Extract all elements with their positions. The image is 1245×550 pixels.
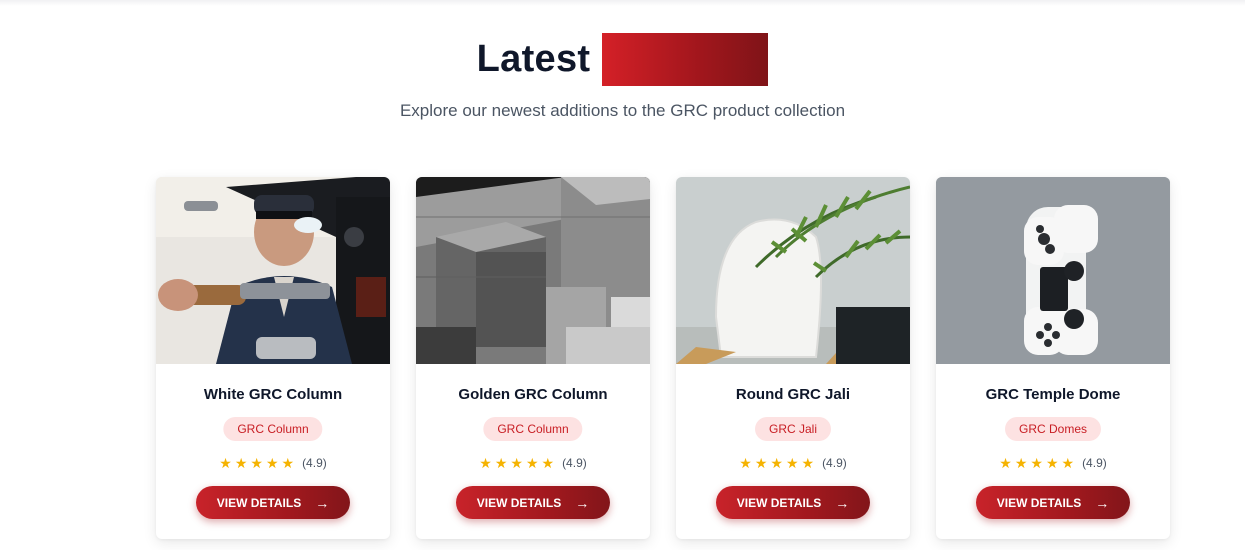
product-image[interactable]	[156, 177, 390, 364]
product-card[interactable]: Golden GRC Column GRC Column ★ ★ ★ ★ ★ (…	[416, 177, 650, 539]
star-icon: ★	[999, 455, 1012, 471]
button-label: VIEW DETAILS	[216, 495, 302, 510]
section-subtitle: Explore our newest additions to the GRC …	[399, 101, 846, 120]
star-icon: ★	[1061, 455, 1075, 471]
star-icon: ★	[479, 455, 492, 471]
category-tag[interactable]: GRC Domes	[1004, 417, 1102, 441]
title-highlight-block	[602, 33, 769, 86]
arrow-right-icon: →	[1095, 494, 1110, 511]
star-icon: ★	[1014, 455, 1028, 471]
arrow-right-icon: →	[835, 494, 850, 511]
star-icon: ★	[219, 455, 232, 471]
rating-value: (4.9)	[302, 456, 327, 470]
section-title: Latest	[476, 38, 591, 80]
button-label: VIEW DETAILS	[996, 495, 1082, 510]
button-label: VIEW DETAILS	[476, 495, 562, 510]
product-image[interactable]	[936, 177, 1170, 364]
view-details-button[interactable]: VIEW DETAILS →	[456, 486, 610, 519]
product-title[interactable]: GRC Temple Dome	[936, 386, 1170, 403]
star-icon: ★	[770, 455, 783, 471]
star-icon: ★	[801, 455, 815, 471]
product-title[interactable]: White GRC Column	[156, 386, 390, 403]
rating-value: (4.9)	[822, 456, 847, 470]
category-tag[interactable]: GRC Column	[483, 417, 583, 441]
star-icon: ★	[1045, 455, 1059, 471]
star-icon: ★	[265, 455, 279, 471]
product-rating: ★ ★ ★ ★ ★ (4.9)	[676, 456, 910, 470]
product-grid: White GRC Column GRC Column ★ ★ ★ ★ ★ (4…	[156, 177, 1170, 539]
star-icon: ★	[541, 455, 555, 471]
product-image[interactable]	[676, 177, 910, 364]
arrow-right-icon: →	[315, 494, 330, 511]
header-shadow	[0, 0, 1245, 6]
product-card[interactable]: White GRC Column GRC Column ★ ★ ★ ★ ★ (4…	[156, 177, 390, 539]
product-title[interactable]: Round GRC Jali	[676, 386, 910, 403]
product-rating: ★ ★ ★ ★ ★ (4.9)	[416, 456, 650, 470]
star-icon: ★	[250, 455, 263, 471]
view-details-button[interactable]: VIEW DETAILS →	[716, 486, 870, 519]
star-icon: ★	[494, 455, 508, 471]
view-details-button[interactable]: VIEW DETAILS →	[196, 486, 350, 519]
product-title[interactable]: Golden GRC Column	[416, 386, 650, 403]
product-image[interactable]	[416, 177, 650, 364]
star-icon: ★	[234, 455, 248, 471]
star-icon: ★	[281, 455, 295, 471]
star-icon: ★	[739, 455, 752, 471]
star-icon: ★	[1030, 455, 1043, 471]
product-card[interactable]: Round GRC Jali GRC Jali ★ ★ ★ ★ ★ (4.9) …	[676, 177, 910, 539]
star-icon: ★	[754, 455, 768, 471]
view-details-button[interactable]: VIEW DETAILS →	[976, 486, 1130, 519]
category-tag[interactable]: GRC Column	[223, 417, 323, 441]
arrow-right-icon: →	[575, 494, 590, 511]
product-rating: ★ ★ ★ ★ ★ (4.9)	[156, 456, 390, 470]
section-heading: Latest	[0, 33, 1245, 86]
star-icon: ★	[510, 455, 523, 471]
category-tag[interactable]: GRC Jali	[754, 417, 832, 441]
star-icon: ★	[525, 455, 539, 471]
rating-value: (4.9)	[562, 456, 587, 470]
star-icon: ★	[785, 455, 799, 471]
rating-value: (4.9)	[1082, 456, 1107, 470]
product-rating: ★ ★ ★ ★ ★ (4.9)	[936, 456, 1170, 470]
product-card[interactable]: GRC Temple Dome GRC Domes ★ ★ ★ ★ ★ (4.9…	[936, 177, 1170, 539]
button-label: VIEW DETAILS	[736, 495, 822, 510]
